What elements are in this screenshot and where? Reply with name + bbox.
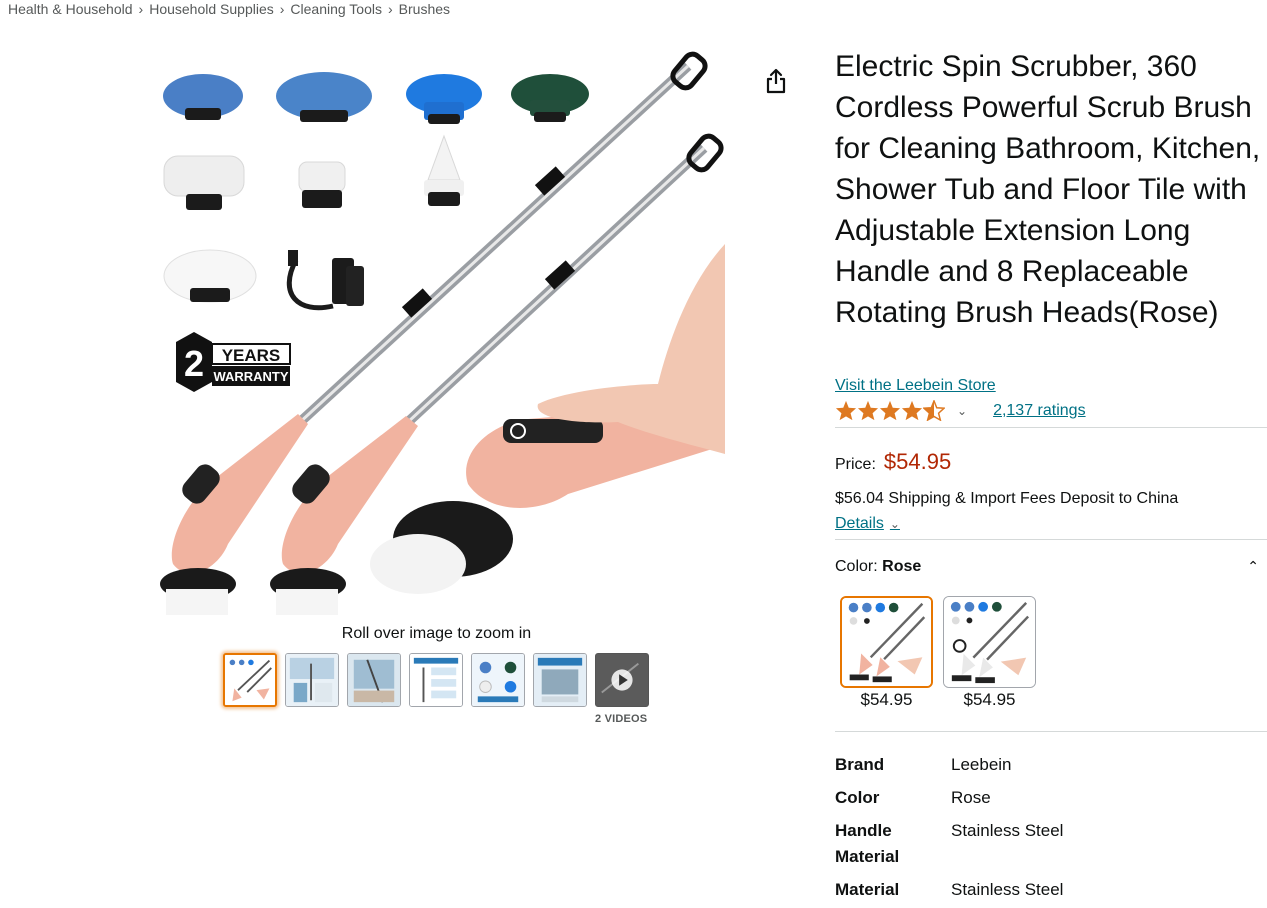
breadcrumb-health-household[interactable]: Health & Household — [8, 1, 133, 17]
color-swatches: $54.95 $54.95 — [840, 596, 1036, 710]
color-label: Color: — [835, 558, 878, 575]
brush-heads — [163, 72, 589, 311]
thumbnail-5[interactable] — [471, 653, 525, 707]
thumbnail-video[interactable] — [595, 653, 649, 707]
star-rating[interactable] — [835, 400, 945, 421]
thumbnail-2[interactable] — [285, 653, 339, 707]
spec-key: Material — [835, 880, 900, 899]
ratings-count-link[interactable]: 2,137 ratings — [993, 402, 1086, 420]
warranty-badge: 2 YEARS WARRANTY — [176, 332, 291, 392]
star-icon — [835, 400, 857, 421]
product-specs-table: Brand Leebein Color Rose Handle Material… — [835, 752, 1265, 908]
breadcrumb-separator: › — [279, 1, 285, 17]
price-row: Price: $54.95 — [835, 449, 951, 475]
spec-key: Color — [835, 788, 880, 807]
main-product-image[interactable]: 2 YEARS WARRANTY — [148, 44, 725, 622]
divider — [835, 731, 1267, 732]
divider — [835, 427, 1267, 428]
spec-row-material: Material Stainless Steel — [835, 877, 1265, 903]
warranty-label: WARRANTY — [213, 369, 288, 384]
share-icon — [766, 68, 786, 94]
breadcrumb-brushes[interactable]: Brushes — [399, 1, 450, 17]
swatch-rose[interactable]: $54.95 — [840, 596, 933, 710]
price-value: $54.95 — [883, 449, 952, 474]
scrubber-handles — [160, 244, 725, 615]
ratings-row: ⌄ 2,137 ratings — [835, 400, 1086, 421]
thumbnail-6[interactable] — [533, 653, 587, 707]
store-link[interactable]: Visit the Leebein Store — [835, 377, 996, 395]
breadcrumb-household-supplies[interactable]: Household Supplies — [149, 1, 274, 17]
swatch-image — [943, 596, 1036, 688]
spec-value: Stainless Steel — [951, 880, 1064, 899]
thumbnail-1[interactable] — [223, 653, 277, 707]
breadcrumb-separator: › — [388, 1, 393, 17]
spec-value: Leebein — [951, 755, 1012, 774]
breadcrumb-cleaning-tools[interactable]: Cleaning Tools — [290, 1, 382, 17]
spec-value: Rose — [951, 788, 991, 807]
zoom-hint: Roll over image to zoom in — [341, 625, 532, 642]
star-icon — [857, 400, 879, 421]
thumbnail-strip — [223, 653, 649, 707]
thumbnail-4[interactable] — [409, 653, 463, 707]
spec-row-color: Color Rose — [835, 785, 1265, 811]
videos-count-label[interactable]: 2 VIDEOS — [595, 713, 647, 725]
star-half-icon — [923, 400, 945, 421]
swatch-image — [840, 596, 933, 688]
spec-row-brand: Brand Leebein — [835, 752, 1265, 778]
divider — [835, 539, 1267, 540]
price-label: Price: — [835, 456, 876, 473]
color-selector-header: Color: Rose ⌃ — [835, 558, 1265, 576]
spec-key: Handle Material — [835, 821, 900, 866]
spec-row-handle-material: Handle Material Stainless Steel — [835, 818, 1265, 870]
star-icon — [901, 400, 923, 421]
thumbnail-3[interactable] — [347, 653, 401, 707]
swatch-price: $54.95 — [963, 690, 1016, 709]
chevron-down-icon[interactable]: ⌄ — [957, 404, 967, 418]
share-button[interactable] — [757, 62, 795, 100]
color-value: Rose — [882, 558, 922, 575]
details-label: Details — [835, 515, 884, 532]
swatch-alternate[interactable]: $54.95 — [943, 596, 1036, 710]
spec-key: Brand — [835, 755, 885, 774]
details-link[interactable]: Details ⌄ — [835, 515, 900, 533]
product-image-illustration: 2 YEARS WARRANTY — [160, 51, 725, 615]
product-title: Electric Spin Scrubber, 360 Cordless Pow… — [835, 50, 1261, 329]
shipping-info: $56.04 Shipping & Import Fees Deposit to… — [835, 490, 1179, 507]
swatch-price: $54.95 — [860, 690, 913, 709]
spec-value: Stainless Steel — [951, 821, 1064, 840]
warranty-number: 2 — [184, 343, 204, 384]
breadcrumb: Health & Household › Household Supplies › Cl… — [8, 1, 450, 17]
breadcrumb-separator: › — [138, 1, 144, 17]
star-icon — [879, 400, 901, 421]
chevron-up-icon[interactable]: ⌃ — [1247, 558, 1259, 575]
chevron-down-icon: ⌄ — [889, 517, 900, 531]
warranty-years: YEARS — [222, 346, 281, 365]
